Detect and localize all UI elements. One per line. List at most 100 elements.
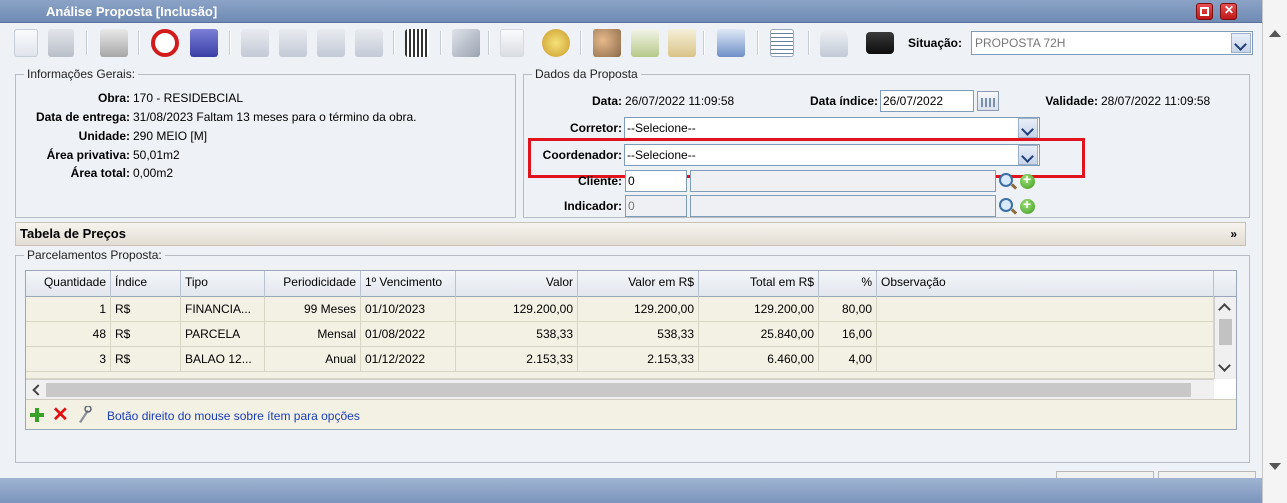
col-observacao[interactable]: Observação xyxy=(877,271,1214,297)
previous-icon[interactable] xyxy=(279,29,307,57)
tabela-precos-bar[interactable]: Tabela de Preços » xyxy=(15,222,1246,246)
data-indice-label: Data índice: xyxy=(809,94,878,108)
chevron-down-icon[interactable] xyxy=(1018,118,1038,138)
table-row-partial xyxy=(26,372,1214,379)
users-icon[interactable] xyxy=(593,29,621,57)
data-indice-value: 26/07/2022 xyxy=(883,94,944,108)
col-indice[interactable]: Índice xyxy=(111,271,181,297)
cell-percent: 80,00 xyxy=(819,297,877,322)
corretor-value: --Selecione-- xyxy=(627,121,696,135)
copy-icon[interactable] xyxy=(631,29,659,57)
cell-percent: 16,00 xyxy=(819,322,877,347)
cliente-code-value: 0 xyxy=(628,174,635,188)
parcelamentos-legend: Parcelamentos Proposta: xyxy=(27,248,162,262)
report-icon[interactable] xyxy=(770,29,794,57)
col-periodicidade[interactable]: Periodicidade xyxy=(265,271,361,297)
scroll-thumb[interactable] xyxy=(1219,319,1232,345)
obra-label: Obra: xyxy=(97,91,130,105)
cell-vencimento: 01/10/2023 xyxy=(361,297,456,322)
delete-icon[interactable]: ✕ xyxy=(52,405,69,425)
maximize-icon xyxy=(1200,7,1209,16)
table-row[interactable]: 1 R$ FINANCIA... 99 Meses 01/10/2023 129… xyxy=(26,297,1214,322)
corretor-select[interactable]: --Selecione-- xyxy=(624,117,1040,139)
add-indicador-icon[interactable] xyxy=(1020,196,1035,214)
calculator-icon[interactable] xyxy=(717,29,745,57)
area-privativa-value: 50,01m2 xyxy=(133,148,180,162)
cell-valor: 2.153,33 xyxy=(456,347,578,372)
grid-horizontal-scrollbar[interactable] xyxy=(26,379,1214,399)
grid-vertical-scrollbar[interactable] xyxy=(1214,297,1236,379)
chevron-up-icon[interactable] xyxy=(1218,303,1231,316)
indicador-label: Indicador: xyxy=(563,199,622,213)
add-icon[interactable] xyxy=(30,408,44,422)
magic-icon[interactable] xyxy=(542,29,570,57)
first-icon[interactable] xyxy=(241,29,269,57)
col-tipo[interactable]: Tipo xyxy=(181,271,265,297)
new-document-icon[interactable] xyxy=(14,29,38,57)
cell-quantidade: 3 xyxy=(26,347,111,372)
situacao-select[interactable]: PROPOSTA 72H xyxy=(971,31,1253,55)
indicador-code-input[interactable]: 0 xyxy=(625,195,687,217)
col-valor-rs[interactable]: Valor em R$ xyxy=(578,271,699,297)
table-row[interactable]: 48 R$ PARCELA Mensal 01/08/2022 538,33 5… xyxy=(26,322,1214,347)
toolbar-separator xyxy=(440,31,442,55)
chevron-down-icon[interactable] xyxy=(1218,359,1231,372)
add-cliente-icon[interactable] xyxy=(1020,171,1035,189)
toolbar-separator xyxy=(703,31,705,55)
tools-icon[interactable] xyxy=(452,29,480,57)
save-icon[interactable] xyxy=(190,29,218,57)
tools-icon[interactable] xyxy=(76,406,92,424)
toolbar-separator xyxy=(580,31,582,55)
cancel-icon[interactable] xyxy=(151,29,179,57)
chevron-down-icon[interactable] xyxy=(1231,33,1251,53)
data-indice-input[interactable]: 26/07/2022 xyxy=(880,90,974,112)
data-entrega-label: Data de entrega: xyxy=(35,110,130,124)
next-icon[interactable] xyxy=(317,29,345,57)
window-title-bar: Análise Proposta [Inclusão] ✕ xyxy=(0,0,1262,23)
edit-icon[interactable] xyxy=(668,29,696,57)
toolbar-separator xyxy=(229,31,231,55)
cell-valor-rs: 2.153,33 xyxy=(578,347,699,372)
delete-doc-icon[interactable] xyxy=(500,29,524,57)
toolbar-separator xyxy=(488,31,490,55)
dados-proposta-legend: Dados da Proposta xyxy=(535,67,638,81)
print-icon[interactable] xyxy=(100,29,128,57)
search-icon[interactable] xyxy=(999,173,1013,187)
col-valor[interactable]: Valor xyxy=(456,271,578,297)
data-value: 26/07/2022 11:09:58 xyxy=(625,94,735,108)
calendar-icon[interactable] xyxy=(977,91,999,111)
grid-hint-text: Botão direito do mouse sobre ítem para o… xyxy=(107,409,360,423)
cell-observacao xyxy=(877,297,1214,322)
camera-icon[interactable] xyxy=(866,32,894,54)
col-total-rs[interactable]: Total em R$ xyxy=(699,271,819,297)
search-icon[interactable] xyxy=(999,198,1013,212)
chevron-left-icon[interactable] xyxy=(32,384,44,396)
table-row[interactable]: 3 R$ BALAO 12... Anual 01/12/2022 2.153,… xyxy=(26,347,1214,372)
cliente-code-input[interactable]: 0 xyxy=(625,170,687,192)
scroll-down-icon[interactable] xyxy=(1269,463,1281,470)
barcode-icon[interactable] xyxy=(405,29,429,57)
cliente-name-field xyxy=(690,170,996,192)
expand-icon[interactable]: » xyxy=(1230,227,1237,241)
cell-percent: 4,00 xyxy=(819,347,877,372)
toolbar-separator xyxy=(393,31,395,55)
maximize-button[interactable] xyxy=(1196,3,1213,20)
cell-periodicidade: Mensal xyxy=(265,322,361,347)
close-button[interactable]: ✕ xyxy=(1220,3,1237,20)
outer-scrollbar[interactable] xyxy=(1262,0,1287,503)
trash-icon[interactable] xyxy=(48,29,74,57)
stamp-icon[interactable] xyxy=(820,29,848,57)
col-vencimento[interactable]: 1º Vencimento xyxy=(361,271,456,297)
indicador-name-field xyxy=(690,195,996,217)
toolbar-separator xyxy=(808,31,810,55)
cell-tipo: BALAO 12... xyxy=(181,347,265,372)
col-percent[interactable]: % xyxy=(819,271,877,297)
cell-tipo: PARCELA xyxy=(181,322,265,347)
cell-observacao xyxy=(877,322,1214,347)
col-quantidade[interactable]: Quantidade xyxy=(26,271,111,297)
last-icon[interactable] xyxy=(355,29,383,57)
scroll-thumb[interactable] xyxy=(46,383,1191,397)
cell-quantidade: 1 xyxy=(26,297,111,322)
grid-header: Quantidade Índice Tipo Periodicidade 1º … xyxy=(26,271,1236,297)
scroll-up-icon[interactable] xyxy=(1269,30,1281,37)
